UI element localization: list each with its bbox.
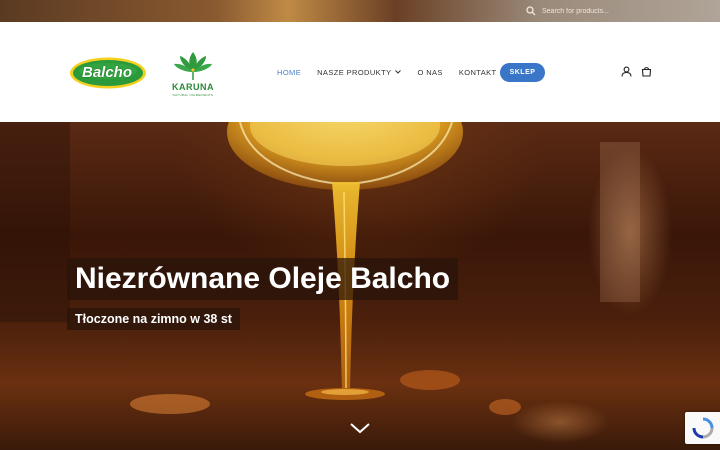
- site-header: Balcho KARUNA NATURAL INGREDIENTS HOME N…: [0, 22, 720, 122]
- search-input[interactable]: [542, 7, 662, 15]
- karuna-logo[interactable]: KARUNA NATURAL INGREDIENTS: [166, 48, 220, 98]
- recaptcha-icon: [692, 417, 714, 439]
- recaptcha-badge[interactable]: [685, 412, 720, 444]
- balcho-logo-text: Balcho: [82, 64, 133, 81]
- karuna-tagline: NATURAL INGREDIENTS: [172, 93, 214, 97]
- nav-item-home[interactable]: HOME: [277, 68, 301, 77]
- lotus-icon: [174, 52, 212, 80]
- hero-subheadline: Tłoczone na zimno w 38 st: [67, 308, 240, 330]
- nav-item-products[interactable]: NASZE PRODUKTY: [317, 68, 402, 77]
- search-icon[interactable]: [526, 6, 536, 16]
- chevron-down-icon[interactable]: [349, 422, 371, 434]
- shop-button[interactable]: SKLEP: [500, 63, 545, 82]
- main-nav: HOME NASZE PRODUKTY O NAS KONTAKT: [277, 62, 513, 82]
- top-bar: [0, 0, 720, 22]
- balcho-logo[interactable]: Balcho: [68, 56, 148, 90]
- chevron-down-icon: [395, 70, 402, 74]
- search-box[interactable]: [526, 4, 676, 18]
- shopping-bag-icon[interactable]: [641, 66, 652, 77]
- karuna-logo-text: KARUNA: [172, 82, 214, 92]
- hero-banner: Niezrównane Oleje Balcho Tłoczone na zim…: [0, 122, 720, 450]
- hero-headline: Niezrównane Oleje Balcho: [67, 258, 459, 300]
- nav-item-contact[interactable]: KONTAKT: [459, 68, 497, 77]
- nav-item-about[interactable]: O NAS: [417, 68, 442, 77]
- user-icon[interactable]: [621, 66, 632, 77]
